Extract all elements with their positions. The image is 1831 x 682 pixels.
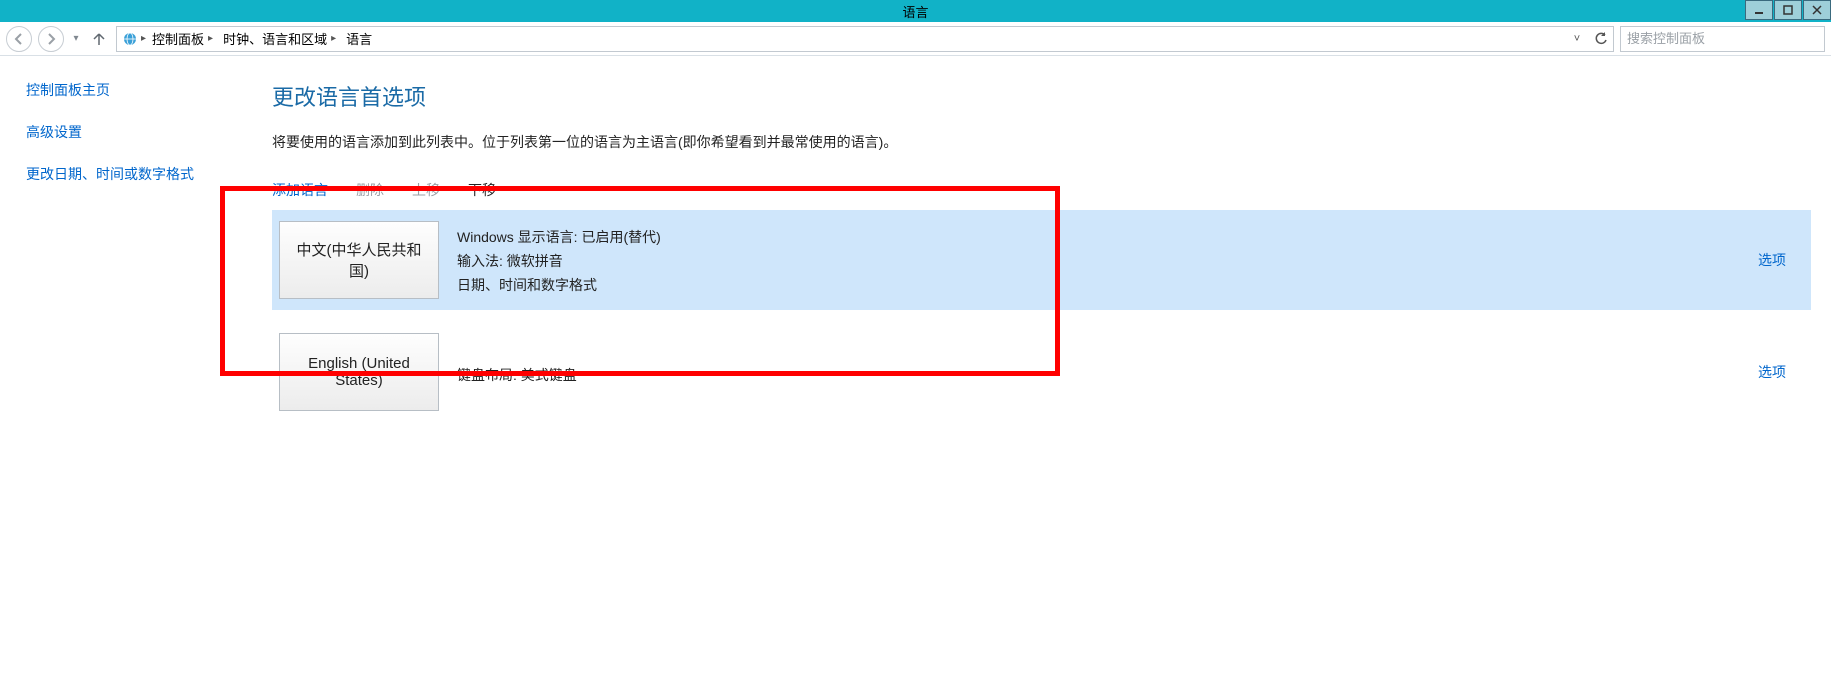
move-up-link: 上移	[412, 180, 440, 200]
window-title: 语言	[902, 2, 928, 21]
language-list: 中文(中华人民共和国) Windows 显示语言: 已启用(替代) 输入法: 微…	[272, 210, 1811, 422]
sidebar-link-date-format[interactable]: 更改日期、时间或数字格式	[26, 164, 216, 184]
breadcrumb-item[interactable]: 控制面板▸	[148, 29, 217, 48]
back-button[interactable]	[6, 26, 32, 52]
page-description: 将要使用的语言添加到此列表中。位于列表第一位的语言为主语言(即你希望看到并最常使…	[272, 132, 1831, 152]
search-input[interactable]	[1627, 31, 1818, 46]
add-language-link[interactable]: 添加语言	[272, 180, 328, 200]
address-bar[interactable]: ▸ 控制面板▸ 时钟、语言和区域▸ 语言 ˅	[116, 26, 1614, 52]
language-detail-line: 日期、时间和数字格式	[457, 275, 1736, 295]
sidebar-link-home[interactable]: 控制面板主页	[26, 80, 216, 100]
breadcrumb-item[interactable]: 时钟、语言和区域▸	[219, 29, 340, 48]
chevron-right-icon: ▸	[208, 33, 213, 44]
language-details: 键盘布局: 美式键盘	[439, 333, 1736, 411]
up-button[interactable]	[88, 28, 110, 50]
chevron-right-icon: ▸	[331, 33, 336, 44]
globe-icon	[121, 30, 139, 48]
action-row: 添加语言 删除 上移 下移	[272, 180, 1831, 200]
chevron-right-icon: ▸	[141, 33, 146, 44]
main-panel: 更改语言首选项 将要使用的语言添加到此列表中。位于列表第一位的语言为主语言(即你…	[230, 56, 1831, 682]
language-detail-line: Windows 显示语言: 已启用(替代)	[457, 227, 1736, 247]
sidebar-link-advanced[interactable]: 高级设置	[26, 122, 216, 142]
close-button[interactable]	[1803, 0, 1831, 20]
language-name-badge: English (United States)	[279, 333, 439, 411]
minimize-button[interactable]	[1745, 0, 1773, 20]
search-box[interactable]	[1620, 26, 1825, 52]
forward-button[interactable]	[38, 26, 64, 52]
language-name-badge: 中文(中华人民共和国)	[279, 221, 439, 299]
language-item[interactable]: 中文(中华人民共和国) Windows 显示语言: 已启用(替代) 输入法: 微…	[272, 210, 1811, 310]
content-area: 控制面板主页 高级设置 更改日期、时间或数字格式 更改语言首选项 将要使用的语言…	[0, 56, 1831, 682]
language-detail-line: 键盘布局: 美式键盘	[457, 365, 1736, 385]
history-dropdown[interactable]: ▾	[70, 33, 82, 44]
sidebar: 控制面板主页 高级设置 更改日期、时间或数字格式	[0, 56, 230, 682]
chevron-down-icon[interactable]: ˅	[1569, 33, 1585, 45]
language-options-link[interactable]: 选项	[1736, 333, 1796, 411]
window-controls	[1744, 0, 1831, 22]
page-title: 更改语言首选项	[272, 80, 1831, 112]
refresh-icon[interactable]	[1593, 32, 1609, 46]
remove-language-link: 删除	[356, 180, 384, 200]
toolbar: ▾ ▸ 控制面板▸ 时钟、语言和区域▸ 语言 ˅	[0, 22, 1831, 56]
window-titlebar: 语言	[0, 0, 1831, 22]
language-options-link[interactable]: 选项	[1736, 221, 1796, 299]
language-details: Windows 显示语言: 已启用(替代) 输入法: 微软拼音 日期、时间和数字…	[439, 221, 1736, 299]
language-item[interactable]: English (United States) 键盘布局: 美式键盘 选项	[272, 322, 1811, 422]
move-down-link[interactable]: 下移	[468, 180, 496, 200]
breadcrumb-item[interactable]: 语言	[342, 29, 376, 48]
maximize-button[interactable]	[1774, 0, 1802, 20]
language-detail-line: 输入法: 微软拼音	[457, 251, 1736, 271]
